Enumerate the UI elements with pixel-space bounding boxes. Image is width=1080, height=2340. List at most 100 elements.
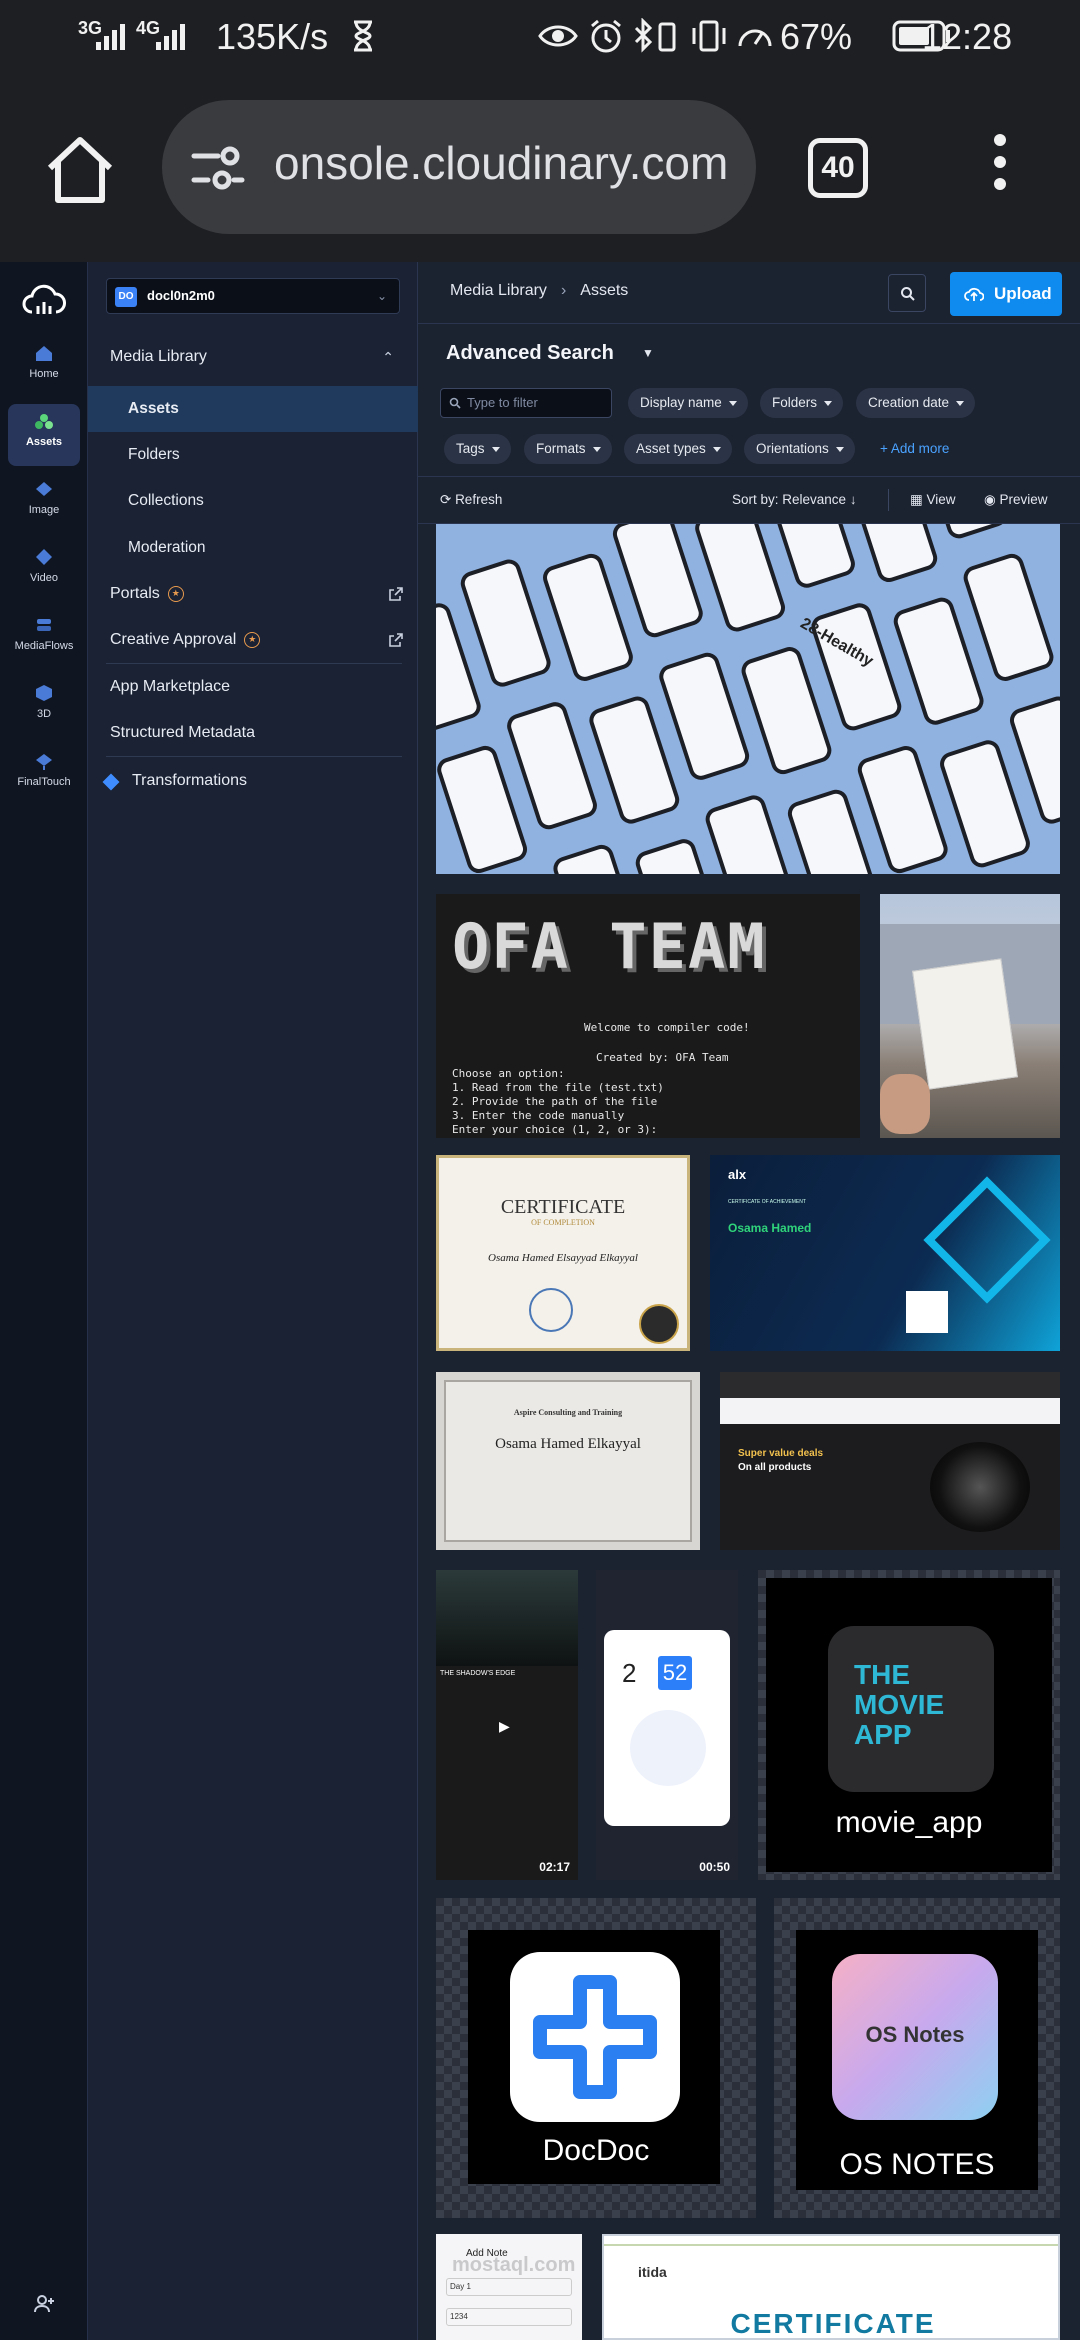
camera-lens <box>930 1442 1030 1532</box>
filter-asset-types[interactable]: Asset types <box>624 434 732 464</box>
movie-logo-line: THE <box>854 1659 910 1690</box>
asset-photo-certificate[interactable] <box>880 894 1060 1138</box>
browser-menu-icon[interactable] <box>990 134 1010 204</box>
clock: 12:28 <box>922 16 1013 57</box>
chevron-down-icon: ⌄ <box>376 289 387 303</box>
nav-creative-approval[interactable]: Creative Approval ★ <box>88 617 418 663</box>
ofa-line: 1. Read from the file (test.txt) <box>452 1081 664 1094</box>
asset-itida-certificate[interactable]: itida CERTIFICATE <box>602 2234 1060 2340</box>
breadcrumb-media-library[interactable]: Media Library <box>450 282 547 299</box>
nav-collections[interactable]: Collections <box>88 478 418 524</box>
signal-2-icon <box>156 22 185 50</box>
osnotes-label: OS NOTES <box>839 2148 995 2181</box>
border-ornament <box>604 2244 1058 2246</box>
battery-percent: 67% <box>780 16 853 57</box>
filter-tags[interactable]: Tags <box>444 434 511 464</box>
sidebar: DO docl0n2m0 ⌄ Media Library ⌃ Assets Fo… <box>88 262 418 2340</box>
asset-aspire-certificate[interactable]: Aspire Consulting and Training Osama Ham… <box>436 1372 700 1550</box>
paper <box>912 958 1018 1090</box>
search-icon <box>901 287 915 301</box>
tab-switcher-button[interactable]: 40 <box>808 138 868 198</box>
rail-3d[interactable]: 3D <box>8 676 80 738</box>
shop-headline: Super value deals <box>738 1448 824 1459</box>
nav-transformations[interactable]: Transformations <box>88 758 418 804</box>
cert1-title: CERTIFICATE <box>500 1196 626 1218</box>
rail-assets[interactable]: Assets <box>8 404 80 466</box>
results-toolbar: ⟳ Refresh Sort by: Relevance ↓ ▦ View ◉ … <box>418 476 1080 524</box>
cloudinary-logo[interactable] <box>22 284 66 318</box>
cloudinary-app: Home Assets Image Video MediaFlows 3D Fi… <box>0 262 1080 2340</box>
nav-portals[interactable]: Portals ★ <box>88 571 418 617</box>
preview-button[interactable]: ◉ Preview <box>984 492 1048 508</box>
addnote-field: Day 1 <box>446 2278 572 2296</box>
nav-moderation[interactable]: Moderation <box>88 525 418 571</box>
advanced-search-title[interactable]: Advanced Search <box>446 342 614 365</box>
speed-icon <box>738 29 772 47</box>
search-button[interactable] <box>888 274 926 312</box>
nav-structured-metadata[interactable]: Structured Metadata <box>88 710 418 756</box>
nav-folders[interactable]: Folders <box>88 432 418 478</box>
asset-video-time-picker[interactable]: 2 52 00:50 <box>596 1570 738 1880</box>
rail-finaltouch[interactable]: FinalTouch <box>8 744 80 806</box>
status-bar: 3G 4G 135K/s 67% 12:28 <box>0 0 1080 72</box>
caret-down-icon[interactable]: ▼ <box>642 346 654 360</box>
aspire-frame <box>444 1380 692 1542</box>
address-bar[interactable]: onsole.cloudinary.com <box>162 100 756 234</box>
add-more-filters[interactable]: + Add more <box>880 434 949 464</box>
movie-logo-text: THE MOVIE APP <box>854 1660 944 1750</box>
top-bar: Media Library › Assets Upload <box>418 262 1080 324</box>
cert1-name: Osama Hamed Elsayyad Elkayyal <box>488 1252 638 1264</box>
asset-movie-app[interactable]: THE MOVIE APP movie_app <box>758 1570 1060 1880</box>
cdc-badge <box>639 1304 679 1344</box>
video1-duration: 02:17 <box>539 1860 570 1874</box>
home-button[interactable] <box>40 130 120 210</box>
play-icon: ▶ <box>499 1718 510 1734</box>
breadcrumb: Media Library › Assets <box>450 282 628 300</box>
filter-orientations[interactable]: Orientations <box>744 434 855 464</box>
filter-creation-date[interactable]: Creation date <box>856 388 976 418</box>
view-button[interactable]: ▦ View <box>910 492 956 508</box>
asset-certificate-completion[interactable]: CERTIFICATE OF COMPLETION Osama Hamed El… <box>436 1155 690 1351</box>
vibrate-icon <box>692 20 726 52</box>
external-link-icon[interactable] <box>388 586 404 602</box>
filter-folders[interactable]: Folders <box>760 388 844 418</box>
refresh-button[interactable]: ⟳ Refresh <box>440 492 502 508</box>
asset-docdoc[interactable]: DocDoc <box>436 1898 756 2218</box>
time-minute: 52 <box>658 1656 692 1690</box>
asset-video-shadows-edge[interactable]: THE SHADOW'S EDGE ▶ 02:17 <box>436 1570 578 1880</box>
plus-icon: + <box>880 441 891 456</box>
filter-formats[interactable]: Formats <box>524 434 612 464</box>
rail-home[interactable]: Home <box>8 336 80 398</box>
movie-logo-line: MOVIE <box>854 1689 945 1720</box>
filter-input[interactable]: Type to filter <box>440 388 612 418</box>
asset-add-note[interactable]: Add Note Day 1 1234 mostaql.com <box>436 2234 582 2340</box>
refresh-icon: ⟳ <box>440 492 456 507</box>
site-settings-icon[interactable] <box>190 144 246 192</box>
asset-alx-certificate[interactable]: alx CERTIFICATE OF ACHIEVEMENT Osama Ham… <box>710 1155 1060 1351</box>
nav-assets[interactable]: Assets <box>88 386 418 432</box>
cloud-selector[interactable]: DO docl0n2m0 ⌄ <box>106 278 400 314</box>
qr-code <box>906 1291 948 1333</box>
rail-image[interactable]: Image <box>8 472 80 534</box>
movie-app-label: movie_app <box>835 1806 983 1839</box>
divider <box>888 489 889 511</box>
upload-button[interactable]: Upload <box>950 272 1062 316</box>
clock-dial <box>630 1710 706 1786</box>
add-user-icon[interactable] <box>32 2292 56 2316</box>
itida-brand: itida <box>638 2264 667 2280</box>
nav-app-marketplace[interactable]: App Marketplace <box>88 664 418 710</box>
rail-mediaflows[interactable]: MediaFlows <box>8 608 80 670</box>
url-text[interactable]: onsole.cloudinary.com <box>274 136 734 190</box>
nav-media-library[interactable]: Media Library ⌃ <box>88 334 418 380</box>
video2-duration: 00:50 <box>699 1860 730 1874</box>
external-link-icon[interactable] <box>388 632 404 648</box>
alx-pattern <box>923 1176 1051 1304</box>
ofa-line: Enter your choice (1, 2, or 3): <box>452 1123 658 1136</box>
sort-button[interactable]: Sort by: Relevance ↓ <box>732 492 857 507</box>
asset-os-notes[interactable]: OS Notes OS NOTES <box>774 1898 1060 2218</box>
asset-ofa-team[interactable]: OFA TEAM Welcome to compiler code! Creat… <box>436 894 860 1138</box>
asset-app-mockup[interactable]: 28-Healthy <box>436 524 1060 874</box>
asset-shop-website[interactable]: Super value deals On all products <box>720 1372 1060 1550</box>
filter-display-name[interactable]: Display name <box>628 388 748 418</box>
rail-video[interactable]: Video <box>8 540 80 602</box>
